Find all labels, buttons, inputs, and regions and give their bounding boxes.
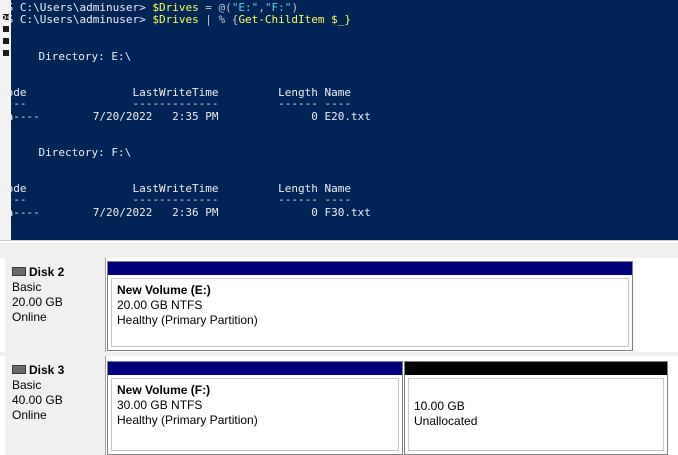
disk-drive-icon [12,364,26,374]
strip-marker [3,50,9,56]
listing-row: -a---- 7/20/2022 2:35 PM 0 E20.txt [0,110,371,123]
directory-heading-e: Directory: E:\ [12,50,132,63]
directory-heading-f: Directory: F:\ [12,146,132,159]
disk-name-label: Disk 3 [29,363,65,377]
strip-marker [3,26,9,32]
volume-title: New Volume (E:) [117,283,211,297]
disk-name: Disk 3 [12,363,64,377]
volume-title: New Volume (F:) [117,383,211,397]
disk-size: 20.00 GB [12,295,63,309]
listing-dashes: ---- ------------- ------ ---- [0,97,351,110]
disk-status: Online [12,310,47,324]
pane-divider-highlight [0,241,678,243]
unallocated-size: 10.00 GB [414,399,465,413]
disk-name-label: Disk 2 [29,265,65,279]
volume-e[interactable]: New Volume (E:) 20.00 GB NTFS Healthy (P… [107,261,633,351]
powershell-console[interactable]: PS C:\Users\adminuser> $Drives = @("E:",… [0,0,678,240]
disk-name: Disk 2 [12,265,64,279]
disk-size: 40.00 GB [12,393,63,407]
volume-health: Healthy (Primary Partition) [117,313,258,327]
disk-info-panel[interactable]: Disk 2 Basic 20.00 GB Online [5,258,106,352]
listing-row: -a---- 7/20/2022 2:36 PM 0 F30.txt [0,206,371,219]
volume-detail: 30.00 GB NTFS [117,398,203,412]
command-line-2: PS C:\Users\adminuser> $Drives | % {Get-… [0,13,352,26]
disk-type: Basic [12,280,42,294]
disk-status: Online [12,408,47,422]
strip-marker [3,38,9,44]
unallocated-body: 10.00 GB Unallocated [408,378,664,451]
volume-detail: 20.00 GB NTFS [117,298,203,312]
volume-body: New Volume (E:) 20.00 GB NTFS Healthy (P… [111,278,629,347]
disk-row-disk-3[interactable]: Disk 3 Basic 40.00 GB Online New Volume … [0,356,678,455]
listing-dashes: ---- ------------- ------ ---- [0,193,351,206]
volume-body: New Volume (F:) 30.00 GB NTFS Healthy (P… [111,378,399,451]
volume-header-bar [108,262,632,275]
unallocated-header-bar [405,362,667,375]
disk-type: Basic [12,378,42,392]
unallocated-status: Unallocated [414,414,478,428]
volume-f[interactable]: New Volume (F:) 30.00 GB NTFS Healthy (P… [107,361,403,455]
disk-drive-icon [12,266,26,276]
unallocated-space[interactable]: 10.00 GB Unallocated [404,361,668,455]
volume-health: Healthy (Primary Partition) [117,413,258,427]
disk-row-disk-2[interactable]: Disk 2 Basic 20.00 GB Online New Volume … [0,258,678,352]
disk-info-panel[interactable]: Disk 3 Basic 40.00 GB Online [5,356,106,455]
volume-header-bar [108,362,402,375]
